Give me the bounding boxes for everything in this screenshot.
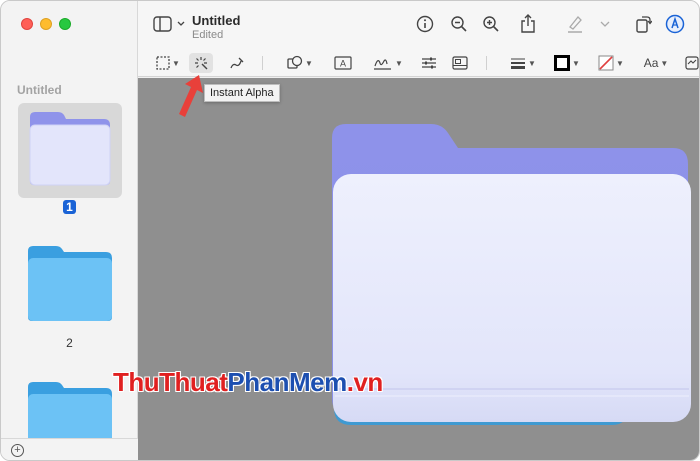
text-style-icon[interactable]: Aa ▼ [641,53,671,73]
preview-window: Untitled 1 2 + Untitled Edited ▼ ▼ A ▼ ▼… [0,0,700,461]
pointer-arrow-icon [179,75,203,117]
page-number-2: 2 [66,336,73,350]
watermark: ThuThuatPhanMem.vn [113,367,383,397]
rectangular-selection-icon[interactable]: ▼ [152,53,184,73]
sidebar-footer: + [1,438,138,460]
folder-thumbnail-icon [28,382,112,438]
text-icon[interactable]: A [331,53,355,73]
document-canvas[interactable] [138,78,699,460]
document-title: Untitled [192,13,241,28]
rotate-icon[interactable] [632,13,654,35]
more-icon[interactable] [683,53,699,73]
plus-circle-icon[interactable]: + [11,444,24,457]
close-window-button[interactable] [21,18,33,30]
zoom-in-icon[interactable] [480,13,502,35]
info-icon[interactable] [414,13,436,35]
tooltip: Instant Alpha [204,84,280,102]
fill-color-icon[interactable]: ▼ [596,53,626,73]
page-size-icon[interactable] [449,53,471,73]
toolbar-divider [262,56,263,70]
page-number-1: 1 [1,200,138,214]
fullscreen-window-button[interactable] [59,18,71,30]
page-thumbnail-1[interactable] [18,103,122,198]
adjust-color-icon[interactable] [418,53,440,73]
page-thumbnail-2[interactable] [18,237,122,332]
document-status: Edited [192,29,224,41]
svg-text:A: A [340,59,346,69]
page-thumbnail-3[interactable] [18,373,122,438]
title-bar: Untitled Edited [138,1,699,49]
highlight-icon[interactable] [564,13,586,35]
toolbar-divider [486,56,487,70]
chevron-down-icon[interactable] [598,13,612,35]
sidebar-toggle-icon[interactable] [152,13,188,35]
folder-thumbnail-icon [29,112,111,186]
markup-toolbar: ▼ ▼ A ▼ ▼ ▼ ▼ Aa ▼ [138,49,699,77]
sidebar-title: Untitled [17,83,62,97]
minimize-window-button[interactable] [40,18,52,30]
markup-icon[interactable] [664,13,686,35]
folder-thumbnail-icon [28,246,112,321]
sign-icon[interactable]: ▼ [371,53,405,73]
border-color-icon[interactable]: ▼ [552,53,582,73]
zoom-out-icon[interactable] [448,13,470,35]
line-style-icon[interactable]: ▼ [507,53,539,73]
share-icon[interactable] [517,13,539,35]
sketch-icon[interactable] [225,53,249,73]
folder-image [332,124,691,425]
shapes-icon[interactable]: ▼ [284,53,316,73]
instant-alpha-icon[interactable] [189,53,213,73]
